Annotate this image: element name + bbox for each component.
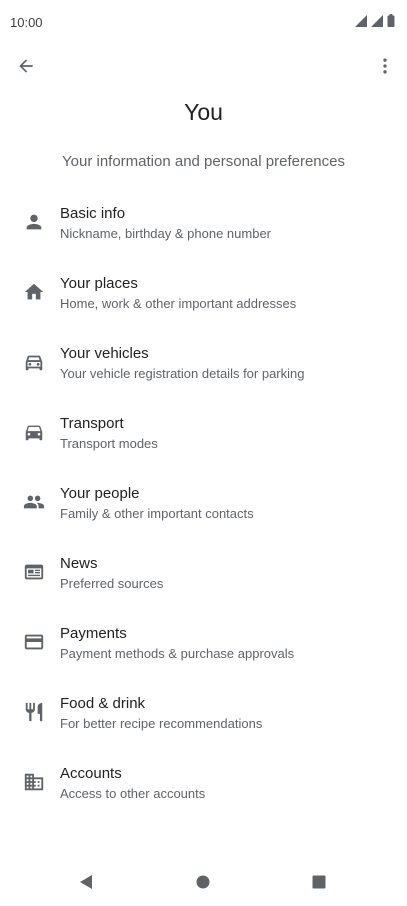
nav-home-button[interactable] — [191, 870, 215, 894]
top-app-bar — [0, 44, 407, 88]
battery-icon — [387, 14, 395, 27]
item-title: Basic info — [60, 205, 126, 222]
settings-item-your-people[interactable]: Your people Family & other important con… — [0, 472, 407, 542]
item-title: Accounts — [60, 765, 122, 782]
settings-item-your-vehicles[interactable]: Your vehicles Your vehicle registration … — [0, 332, 407, 402]
item-title: Your places — [60, 275, 138, 292]
item-subtitle: Family & other important contacts — [60, 506, 254, 521]
settings-item-payments[interactable]: Payments Payment methods & purchase appr… — [0, 612, 407, 682]
settings-item-transport[interactable]: Transport Transport modes — [0, 402, 407, 472]
item-subtitle: Access to other accounts — [60, 786, 206, 801]
status-icons — [355, 14, 395, 27]
settings-item-your-places[interactable]: Your places Home, work & other important… — [0, 262, 407, 332]
item-subtitle: Nickname, birthday & phone number — [60, 226, 272, 241]
status-bar: 10:00 — [0, 0, 407, 44]
cell-signal-icon — [371, 14, 383, 27]
restaurant-icon — [22, 700, 46, 724]
item-title: Payments — [60, 625, 127, 642]
item-subtitle: Transport modes — [60, 436, 158, 451]
item-title: Transport — [60, 415, 124, 432]
people-icon — [22, 490, 46, 514]
settings-item-basic-info[interactable]: Basic info Nickname, birthday & phone nu… — [0, 192, 407, 262]
page-subtitle: Your information and personal preference… — [62, 153, 345, 170]
more-vert-icon — [383, 58, 387, 74]
system-nav-bar — [0, 858, 407, 906]
settings-list: Basic info Nickname, birthday & phone nu… — [0, 192, 407, 822]
car-icon — [22, 420, 46, 444]
news-icon — [22, 560, 46, 584]
more-options-button[interactable] — [369, 50, 401, 82]
nav-back-icon — [80, 875, 92, 889]
item-subtitle: Payment methods & purchase approvals — [60, 646, 295, 661]
nav-home-icon — [196, 875, 210, 889]
nav-recents-icon — [312, 875, 326, 889]
item-subtitle: Your vehicle registration details for pa… — [60, 366, 305, 381]
settings-item-food-drink[interactable]: Food & drink For better recipe recommend… — [0, 682, 407, 752]
settings-item-accounts[interactable]: Accounts Access to other accounts — [0, 752, 407, 822]
wifi-signal-icon — [355, 14, 367, 27]
item-subtitle: For better recipe recommendations — [60, 716, 263, 731]
credit-card-icon — [22, 630, 46, 654]
item-subtitle: Home, work & other important addresses — [60, 296, 297, 311]
nav-recents-button[interactable] — [307, 870, 331, 894]
item-title: Your people — [60, 485, 140, 502]
item-title: Your vehicles — [60, 345, 149, 362]
car-outline-icon — [22, 350, 46, 374]
building-icon — [22, 770, 46, 794]
home-icon — [22, 280, 46, 304]
back-button[interactable] — [10, 50, 42, 82]
status-time: 10:00 — [10, 15, 43, 30]
item-title: Food & drink — [60, 695, 146, 712]
item-subtitle: Preferred sources — [60, 576, 164, 591]
item-title: News — [60, 555, 98, 572]
nav-back-button[interactable] — [74, 870, 98, 894]
arrow-back-icon — [19, 59, 33, 73]
settings-item-news[interactable]: News Preferred sources — [0, 542, 407, 612]
person-icon — [22, 210, 46, 234]
page-title: You — [184, 99, 223, 125]
